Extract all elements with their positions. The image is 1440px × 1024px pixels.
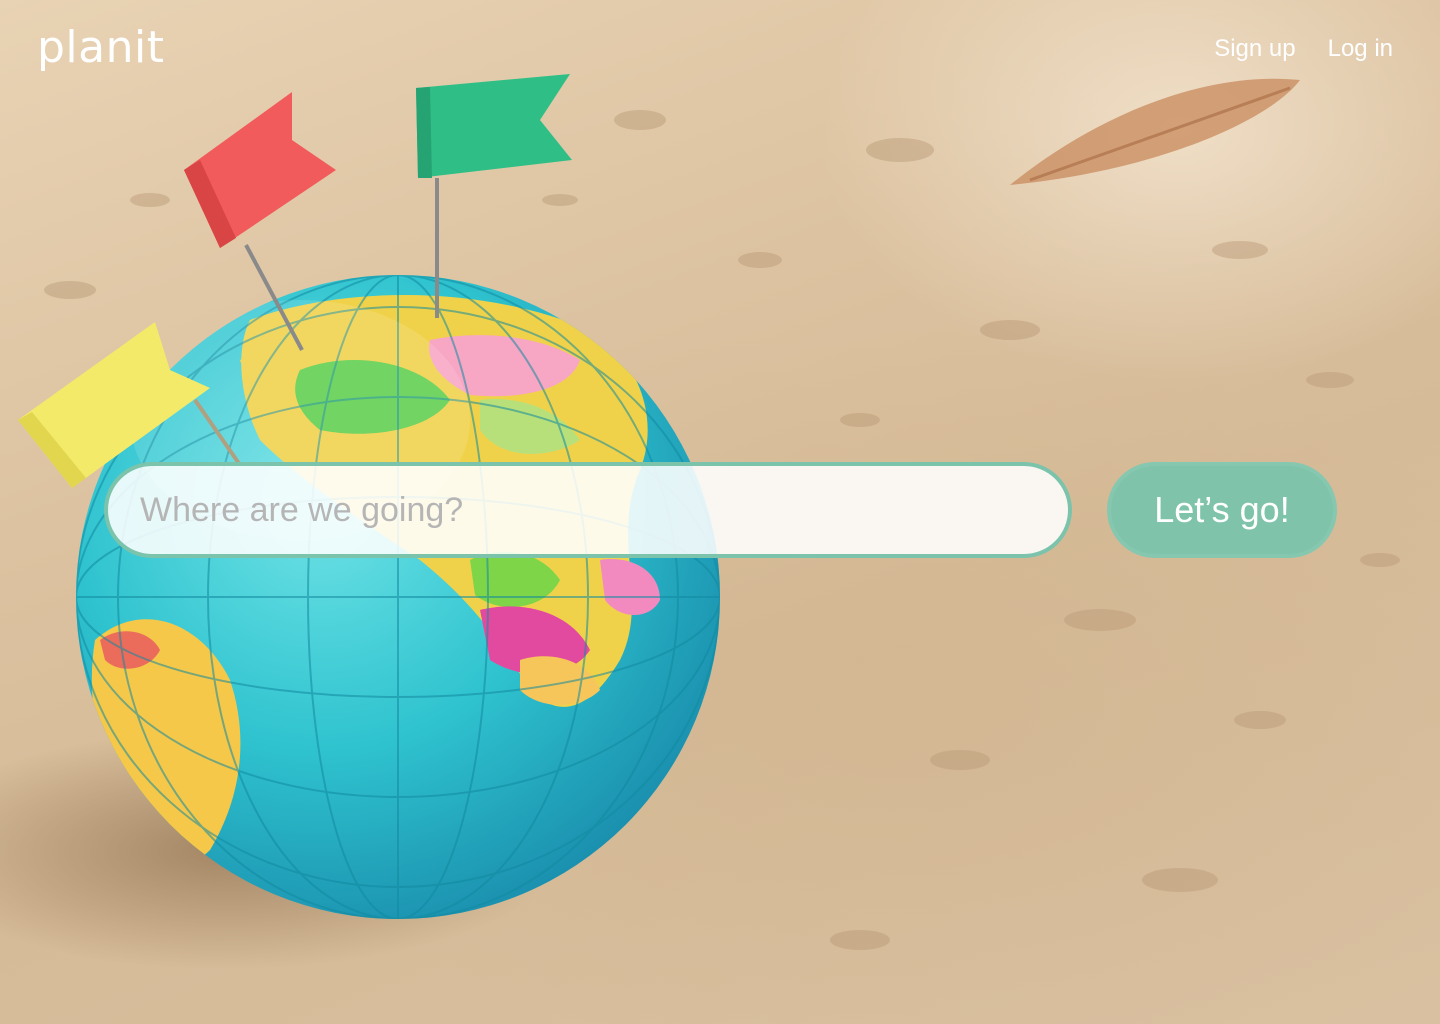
- log-in-link[interactable]: Log in: [1328, 34, 1393, 64]
- destination-search-box: [104, 462, 1072, 558]
- top-nav: Sign up Log in: [1214, 34, 1393, 64]
- lets-go-button[interactable]: Let’s go!: [1107, 462, 1337, 558]
- destination-search-input[interactable]: [108, 466, 1068, 554]
- sign-up-link[interactable]: Sign up: [1214, 34, 1295, 64]
- brand-logo[interactable]: planit: [37, 22, 164, 74]
